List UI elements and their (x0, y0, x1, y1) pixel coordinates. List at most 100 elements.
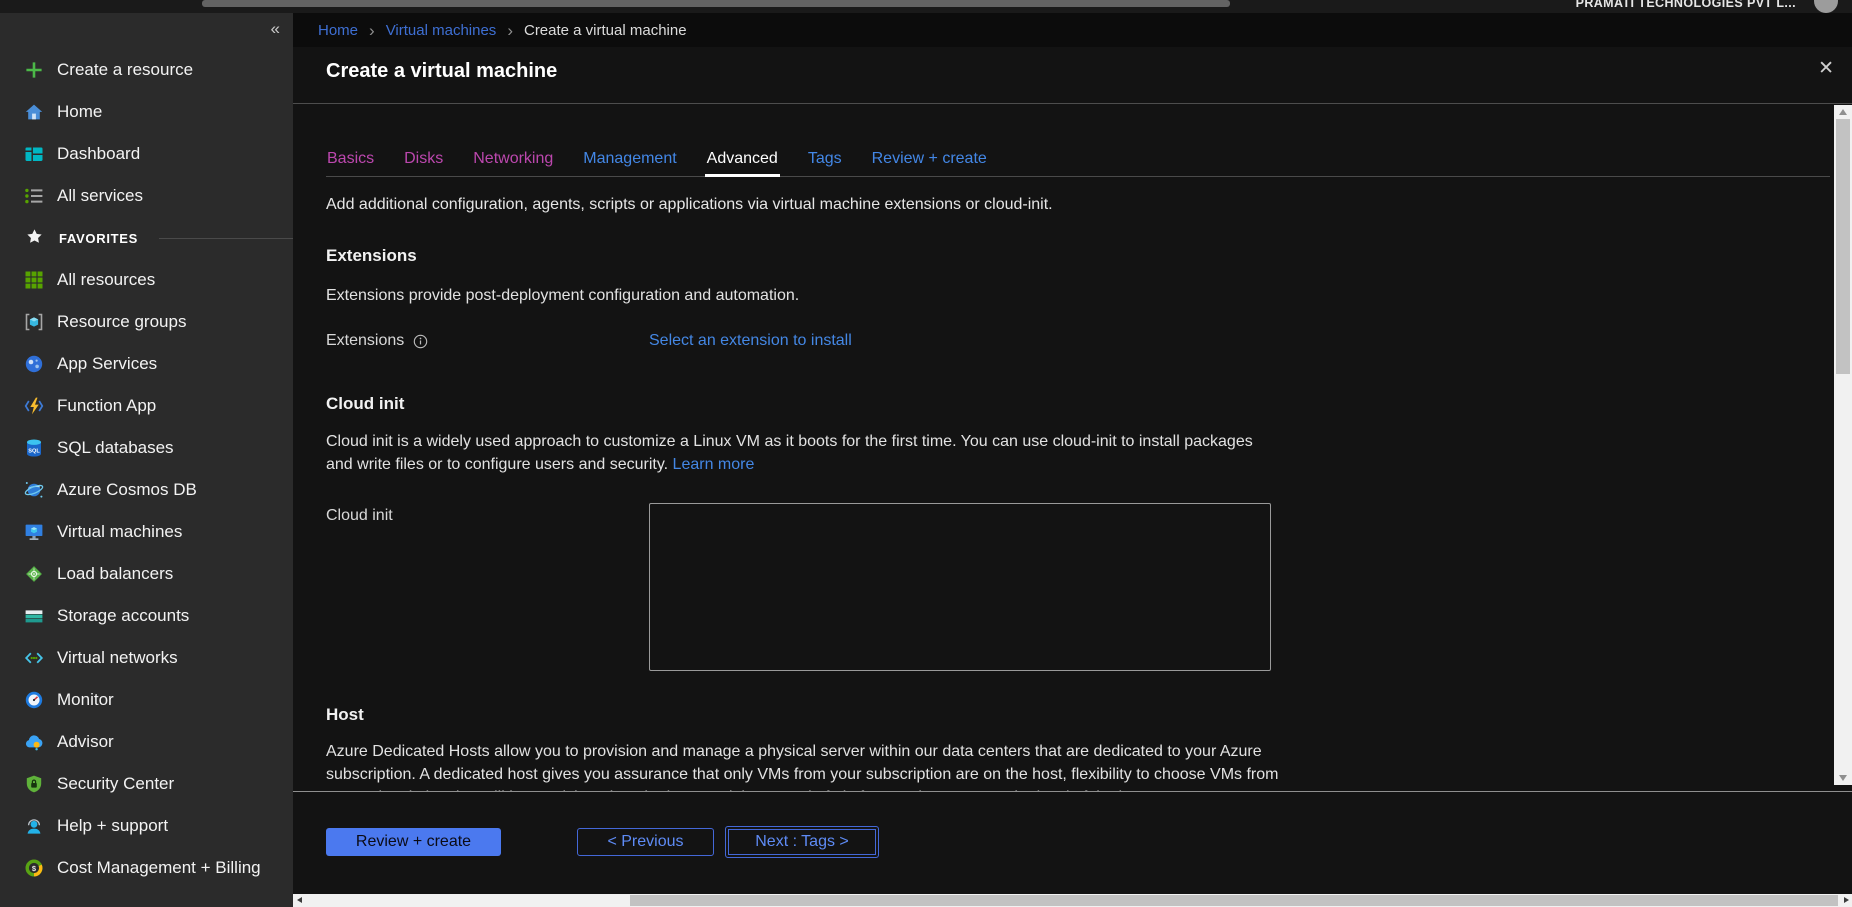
load-balancers-icon (24, 564, 44, 584)
star-icon (26, 228, 46, 248)
top-bar (0, 0, 1852, 13)
sidebar-item-function-app[interactable]: Function App (0, 385, 293, 427)
sidebar-item-label: App Services (57, 354, 157, 374)
virtual-networks-icon (24, 648, 44, 668)
sidebar-item-label: Help + support (57, 816, 168, 836)
vertical-scrollbar-thumb[interactable] (1836, 119, 1850, 374)
sidebar-item-azure-cosmos-db[interactable]: Azure Cosmos DB (0, 469, 293, 511)
tabs: Basics Disks Networking Management Advanced T… (326, 150, 1830, 176)
tab-basics[interactable]: Basics (326, 150, 375, 176)
cloud-init-textarea[interactable] (649, 503, 1271, 671)
sidebar-item-label: Create a resource (57, 60, 193, 80)
sidebar-item-label: Azure Cosmos DB (57, 480, 197, 500)
svg-text:SQL: SQL (28, 448, 40, 454)
plus-icon (24, 60, 44, 80)
sidebar-item-create-a-resource[interactable]: Create a resource (0, 49, 293, 91)
tab-review-create[interactable]: Review + create (871, 150, 988, 176)
horizontal-scrollbar-thumb[interactable] (630, 895, 1838, 906)
cloud-init-description: Cloud init is a widely used approach to … (326, 433, 1253, 473)
host-description: Azure Dedicated Hosts allow you to provi… (326, 740, 1281, 791)
azure-portal-window: PRAMATI TECHNOLOGIES PVT L... « Create a… (0, 0, 1852, 907)
dashboard-icon (24, 144, 44, 164)
sidebar-item-sql-databases[interactable]: SQLSQL databases (0, 427, 293, 469)
sidebar-item-label: Home (57, 102, 102, 122)
sidebar: « Create a resource Home Dashboard All serv… (0, 13, 293, 907)
breadcrumb-separator-icon: › (507, 22, 513, 39)
help-support-icon (24, 816, 44, 836)
host-heading: Host (326, 705, 364, 725)
app-services-icon (24, 354, 44, 374)
sidebar-item-advisor[interactable]: Advisor (0, 721, 293, 763)
vertical-scrollbar[interactable] (1834, 105, 1852, 785)
page-title: Create a virtual machine (326, 60, 557, 82)
horizontal-scrollbar[interactable] (293, 894, 1852, 907)
tab-networking[interactable]: Networking (472, 150, 554, 176)
scroll-down-icon[interactable] (1839, 775, 1847, 781)
sidebar-item-security-center[interactable]: Security Center (0, 763, 293, 805)
close-icon[interactable]: ✕ (1818, 57, 1834, 80)
cloud-init-heading: Cloud init (326, 394, 404, 414)
sidebar-item-home[interactable]: Home (0, 91, 293, 133)
sidebar-favorites-header: FAVORITES (0, 217, 293, 259)
sidebar-item-app-services[interactable]: App Services (0, 343, 293, 385)
top-scrollbar-thumb[interactable] (202, 0, 1230, 7)
advisor-icon (24, 732, 44, 752)
sidebar-item-label: All services (57, 186, 143, 206)
extensions-field-label: Extensions (326, 332, 404, 350)
sidebar-item-virtual-networks[interactable]: Virtual networks (0, 637, 293, 679)
cost-management-icon: $ (24, 858, 44, 878)
sidebar-item-monitor[interactable]: Monitor (0, 679, 293, 721)
scroll-left-icon[interactable] (297, 897, 302, 903)
breadcrumb-separator-icon: › (369, 22, 375, 39)
sidebar-item-virtual-machines[interactable]: Virtual machines (0, 511, 293, 553)
footer-bar: Review + create < Previous Next : Tags > (293, 791, 1852, 895)
sidebar-item-storage-accounts[interactable]: Storage accounts (0, 595, 293, 637)
main-panel: Home › Virtual machines › Create a virtual m… (293, 13, 1852, 907)
sidebar-item-label: Function App (57, 396, 156, 416)
review-create-button[interactable]: Review + create (326, 828, 501, 856)
info-icon[interactable] (413, 334, 428, 349)
sql-databases-icon: SQL (24, 438, 44, 458)
virtual-machines-icon (24, 522, 44, 542)
sidebar-item-load-balancers[interactable]: Load balancers (0, 553, 293, 595)
sidebar-item-label: Dashboard (57, 144, 140, 164)
sidebar-item-resource-groups[interactable]: Resource groups (0, 301, 293, 343)
page-header: Create a virtual machine ✕ (293, 47, 1852, 104)
sidebar-item-help-support[interactable]: Help + support (0, 805, 293, 847)
sidebar-item-all-services[interactable]: All services (0, 175, 293, 217)
tab-disks[interactable]: Disks (403, 150, 444, 176)
breadcrumb-current-create-a-virtual-machine: Create a virtual machine (524, 22, 687, 39)
sidebar-collapse-icon[interactable]: « (271, 19, 280, 39)
scroll-right-icon[interactable] (1844, 897, 1849, 903)
tab-advanced[interactable]: Advanced (706, 150, 779, 176)
breadcrumb-link-home[interactable]: Home (318, 22, 358, 39)
sidebar-item-label: Storage accounts (57, 606, 189, 626)
extensions-field-row: Extensions Select an extension to instal… (326, 330, 852, 352)
sidebar-item-all-resources[interactable]: All resources (0, 259, 293, 301)
scroll-up-icon[interactable] (1839, 109, 1847, 115)
previous-button[interactable]: < Previous (577, 828, 714, 856)
sidebar-item-dashboard[interactable]: Dashboard (0, 133, 293, 175)
learn-more-link[interactable]: Learn more (673, 456, 755, 473)
sidebar-item-label: Virtual machines (57, 522, 182, 542)
tabs-bar: Basics Disks Networking Management Advanced T… (326, 150, 1830, 177)
sidebar-item-label: FAVORITES (59, 231, 138, 246)
sidebar-item-label: Load balancers (57, 564, 173, 584)
extensions-heading: Extensions (326, 246, 417, 266)
select-extension-link[interactable]: Select an extension to install (649, 332, 852, 350)
all-services-icon (24, 186, 44, 206)
tab-content: Basics Disks Networking Management Advanced T… (293, 104, 1834, 791)
sidebar-item-label: Advisor (57, 732, 114, 752)
breadcrumb-link-virtual-machines[interactable]: Virtual machines (386, 22, 497, 39)
sidebar-nav: Create a resource Home Dashboard All servic… (0, 49, 293, 889)
sidebar-item-cost-management-billing[interactable]: $Cost Management + Billing (0, 847, 293, 889)
tab-tags[interactable]: Tags (807, 150, 843, 176)
next-tags-button[interactable]: Next : Tags > (725, 826, 879, 858)
cloud-init-field-label: Cloud init (326, 503, 649, 525)
directory-name[interactable]: PRAMATI TECHNOLOGIES PVT L... (1576, 0, 1796, 10)
extensions-description: Extensions provide post-deployment confi… (326, 284, 799, 307)
cosmos-db-icon (24, 480, 44, 500)
security-center-icon (24, 774, 44, 794)
tab-management[interactable]: Management (582, 150, 677, 176)
advanced-intro-text: Add additional configuration, agents, sc… (326, 196, 1053, 214)
